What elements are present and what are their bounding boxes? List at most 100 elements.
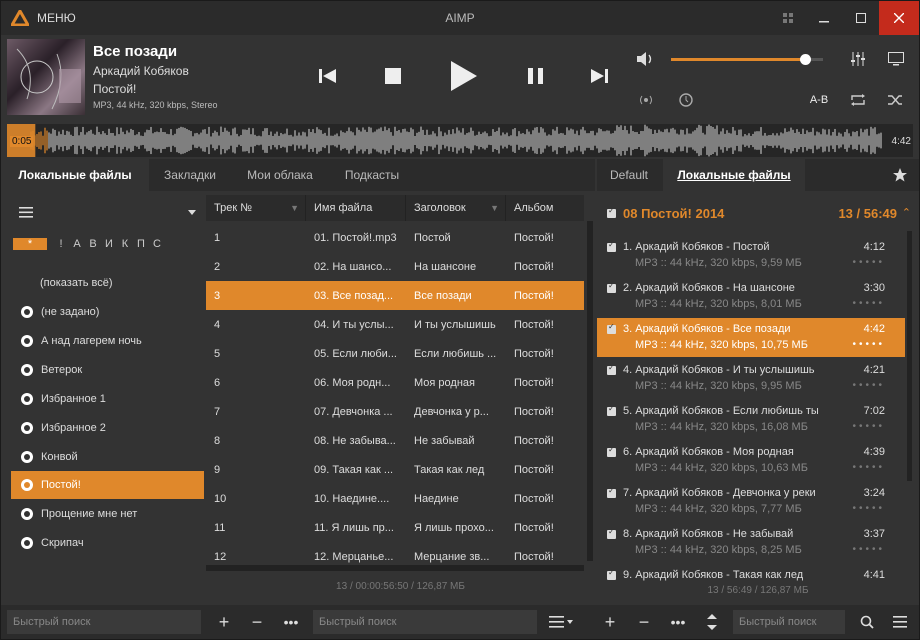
checkbox-icon[interactable] (607, 363, 616, 375)
search-button[interactable] (854, 609, 880, 635)
group-item[interactable]: Конвой (11, 443, 204, 471)
tab-local-files-playlist[interactable]: Локальные файлы (663, 159, 805, 191)
alpha-filter-item[interactable]: К (117, 238, 133, 250)
table-row[interactable]: 9 09. Такая как ... Такая как лед Постой! (206, 455, 584, 484)
volume-slider[interactable] (671, 54, 823, 65)
alpha-filter-item[interactable]: А (69, 238, 85, 250)
checkbox-icon[interactable] (607, 322, 616, 334)
waveform-seekbar[interactable]: 0:05 4:42 (7, 124, 913, 157)
group-item[interactable]: А над лагерем ночь (11, 327, 204, 355)
group-item[interactable]: Избранное 1 (11, 385, 204, 413)
menu-button[interactable]: МЕНЮ (1, 1, 85, 35)
alpha-filter-item[interactable]: В (85, 238, 101, 250)
playlist-item[interactable]: 8. Аркадий Кобяков - Не забывай 3:37 MP3 :… (597, 523, 905, 562)
checkbox-icon[interactable] (607, 240, 616, 252)
playlist-item[interactable]: 5. Аркадий Кобяков - Если любишь ты 7:02 M… (597, 400, 905, 439)
tab-default-playlist[interactable]: Default (597, 159, 661, 191)
library-search-input[interactable]: Быстрый поиск (313, 610, 537, 634)
alpha-filter-item[interactable]: И (101, 238, 117, 250)
playlist-item[interactable]: 2. Аркадий Кобяков - На шансоне 3:30 MP3 :… (597, 277, 905, 316)
column-album[interactable]: Альбом (506, 195, 584, 221)
previous-button[interactable] (313, 61, 343, 91)
rating-dots-icon[interactable]: ••••• (852, 544, 885, 555)
visualization-button[interactable] (885, 49, 907, 69)
add-button[interactable]: + (211, 609, 237, 635)
ab-repeat-button[interactable]: A-B (805, 90, 833, 110)
tab-my-clouds[interactable]: Мои облака (231, 159, 329, 191)
playlist-more-button[interactable]: ••• (665, 609, 691, 635)
play-button[interactable] (444, 56, 484, 96)
group-item[interactable]: Ветерок (11, 356, 204, 384)
radio-button[interactable] (635, 90, 657, 110)
tab-podcasts[interactable]: Подкасты (329, 159, 415, 191)
minimize-button[interactable] (805, 1, 843, 35)
table-row[interactable]: 7 07. Девчонка ... Девчонка у р... Постой! (206, 397, 584, 426)
alpha-filter-item[interactable]: ! (53, 238, 69, 250)
table-row[interactable]: 3 03. Все позад... Все позади Постой! (206, 281, 584, 310)
checkbox-icon[interactable] (607, 206, 616, 218)
vertical-scrollbar[interactable] (587, 221, 593, 561)
next-button[interactable] (585, 61, 615, 91)
group-dropdown-button[interactable] (185, 205, 199, 219)
table-row[interactable]: 4 04. И ты услы... И ты услышишь Постой! (206, 310, 584, 339)
mini-mode-button[interactable] (769, 1, 807, 35)
pause-button[interactable] (521, 61, 551, 91)
table-row[interactable]: 11 11. Я лишь пр... Я лишь прохо... Постой! (206, 513, 584, 542)
alpha-filter-item[interactable]: П (133, 238, 149, 250)
playlist-add-button[interactable]: + (597, 609, 623, 635)
rating-dots-icon[interactable]: ••••• (852, 462, 885, 473)
playlist-item[interactable]: 9. Аркадий Кобяков - Такая как лед 4:41 (597, 564, 905, 603)
shuffle-button[interactable] (885, 90, 907, 110)
checkbox-icon[interactable] (607, 568, 616, 580)
rating-dots-icon[interactable]: ••••• (852, 503, 885, 514)
repeat-button[interactable] (847, 90, 869, 110)
group-search-input[interactable]: Быстрый поиск (7, 610, 201, 634)
move-button[interactable] (699, 609, 725, 635)
playlist-item[interactable]: 4. Аркадий Кобяков - И ты услышишь 4:21 MP… (597, 359, 905, 398)
collapse-icon[interactable]: ⌃ (902, 206, 911, 219)
column-title[interactable]: Заголовок ▼ (406, 195, 506, 221)
stop-button[interactable] (378, 61, 408, 91)
group-item-selected[interactable]: Постой! (11, 471, 204, 499)
group-item[interactable]: Прощение мне нет (11, 500, 204, 528)
close-button[interactable] (879, 1, 919, 35)
table-row[interactable]: 2 02. На шансо... На шансоне Постой! (206, 252, 584, 281)
rating-dots-icon[interactable]: ••••• (852, 298, 885, 309)
sleep-timer-button[interactable] (675, 90, 697, 110)
playlist-item[interactable]: 7. Аркадий Кобяков - Девчонка у реки 3:24… (597, 482, 905, 521)
maximize-button[interactable] (842, 1, 880, 35)
checkbox-icon[interactable] (607, 527, 616, 539)
alpha-filter-item[interactable]: С (149, 238, 165, 250)
rating-dots-icon[interactable]: ••••• (852, 421, 885, 432)
group-item[interactable]: Скрипач (11, 529, 204, 557)
table-row[interactable]: 5 05. Если люби... Если любишь ... Постой! (206, 339, 584, 368)
mute-button[interactable] (635, 49, 657, 69)
playlist-item[interactable]: 3. Аркадий Кобяков - Все позади 4:42 MP3 :… (597, 318, 905, 357)
table-row[interactable]: 1 01. Постой!.mp3 Постой Постой! (206, 223, 584, 252)
rating-dots-icon[interactable]: ••••• (852, 257, 885, 268)
alpha-filter-item[interactable]: * (13, 238, 47, 250)
tab-local-files[interactable]: Локальные файлы (1, 159, 149, 191)
checkbox-icon[interactable] (607, 486, 616, 498)
playlist-remove-button[interactable]: − (631, 609, 657, 635)
column-file-name[interactable]: Имя файла (306, 195, 406, 221)
tab-bookmarks[interactable]: Закладки (149, 159, 231, 191)
column-track-number[interactable]: Трек № ▼ (206, 195, 306, 221)
playlist-item[interactable]: 1. Аркадий Кобяков - Постой 4:12MP3 :: 44… (597, 236, 905, 275)
view-menu-button[interactable] (548, 609, 574, 635)
rating-dots-icon[interactable]: ••••• (852, 380, 885, 391)
checkbox-icon[interactable] (607, 281, 616, 293)
more-button[interactable]: ••• (278, 609, 304, 635)
playlist-menu-button[interactable] (887, 609, 913, 635)
favorite-button[interactable] (889, 165, 911, 185)
group-item[interactable]: Избранное 2 (11, 414, 204, 442)
playlist-item[interactable]: 6. Аркадий Кобяков - Моя родная 4:39 MP3 :… (597, 441, 905, 480)
horizontal-scrollbar[interactable] (206, 565, 584, 571)
group-menu-button[interactable] (15, 203, 37, 221)
album-cover[interactable] (7, 39, 85, 115)
remove-button[interactable]: − (244, 609, 270, 635)
playlist-group-header[interactable]: 08 Постой! 2014 13 / 56:49 ⌃ (597, 201, 919, 227)
playlist-search-input[interactable]: Быстрый поиск (733, 610, 845, 634)
playlist-scrollbar[interactable] (907, 231, 912, 481)
rating-dots-icon[interactable]: ••••• (852, 339, 885, 350)
